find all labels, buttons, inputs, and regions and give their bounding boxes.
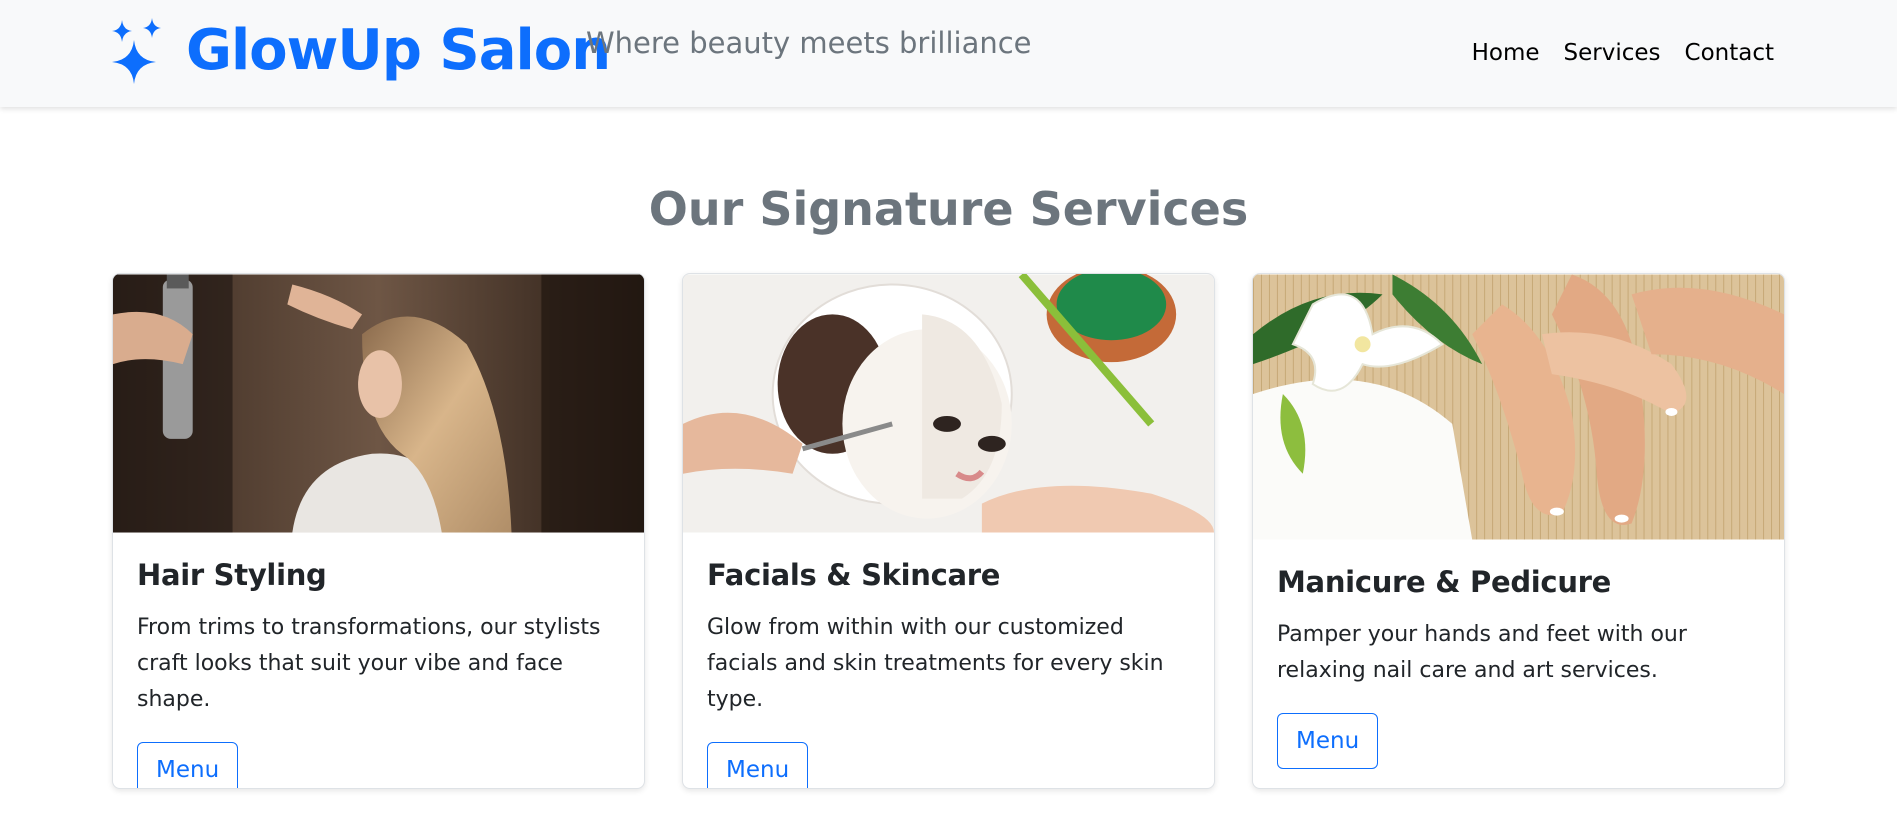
- service-card-facials: Facials & Skincare Glow from within with…: [682, 273, 1215, 789]
- card-text: Pamper your hands and feet with our rela…: [1277, 622, 1687, 683]
- navbar: GlowUp Salon Where beauty meets brillian…: [0, 0, 1897, 107]
- manicure-photo: [1253, 274, 1784, 540]
- nav-home-link[interactable]: Home: [1472, 40, 1540, 66]
- card-text: From trims to transformations, our styli…: [137, 615, 601, 712]
- brand-link[interactable]: GlowUp Salon: [112, 18, 611, 84]
- menu-button[interactable]: Menu: [137, 742, 239, 788]
- sparkles-icon: [112, 18, 161, 84]
- menu-button[interactable]: Menu: [1277, 713, 1379, 769]
- nav-contact-link[interactable]: Contact: [1685, 40, 1774, 66]
- brand-name[interactable]: GlowUp Salon: [186, 18, 611, 84]
- main-nav: Home Services Contact: [1472, 40, 1774, 66]
- hair-styling-photo: [113, 274, 644, 533]
- card-text: Glow from within with our customized fac…: [707, 615, 1164, 712]
- tagline: Where beauty meets brilliance: [586, 26, 1032, 60]
- card-title: Facials & Skincare: [707, 558, 1001, 592]
- service-card-manicure: Manicure & Pedicure Pamper your hands an…: [1252, 273, 1785, 789]
- card-title: Manicure & Pedicure: [1277, 565, 1612, 599]
- card-title: Hair Styling: [137, 558, 327, 592]
- nav-services-link[interactable]: Services: [1564, 40, 1661, 66]
- section-title: Our Signature Services: [648, 182, 1249, 236]
- facial-photo: [683, 274, 1214, 533]
- service-card-hair: Hair Styling From trims to transformatio…: [112, 273, 645, 789]
- menu-button[interactable]: Menu: [707, 742, 809, 788]
